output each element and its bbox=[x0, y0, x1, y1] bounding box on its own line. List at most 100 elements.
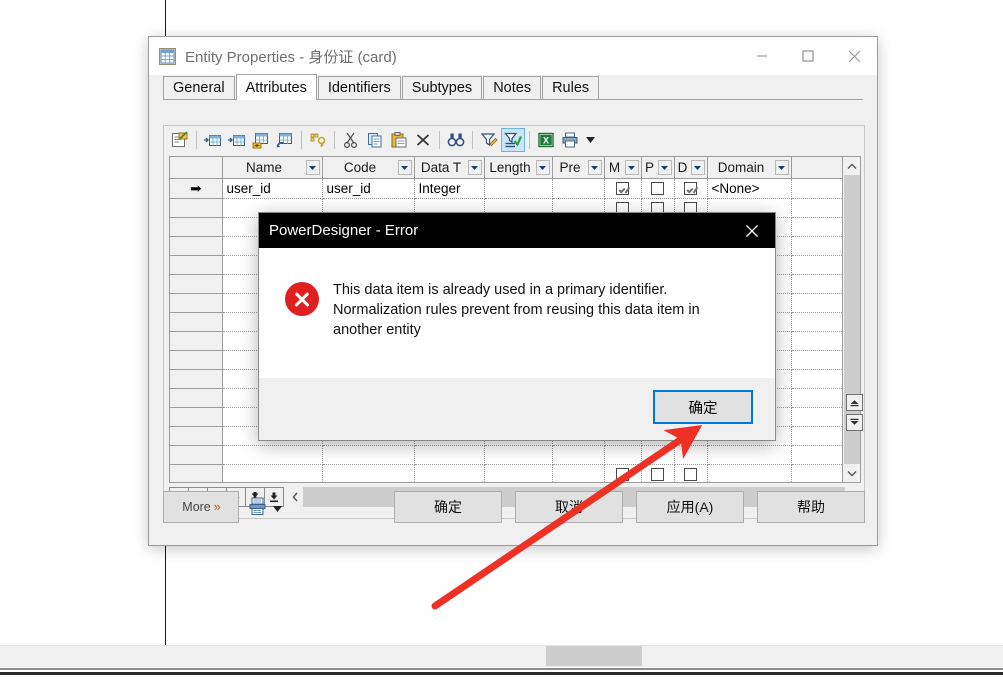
row-marker[interactable] bbox=[170, 426, 223, 446]
cell-datatype[interactable]: Integer bbox=[414, 178, 485, 199]
chevron-down-icon[interactable] bbox=[587, 160, 602, 175]
table-row[interactable] bbox=[170, 445, 844, 465]
tab-notes[interactable]: Notes bbox=[483, 76, 542, 99]
tab-general[interactable]: General bbox=[163, 76, 235, 99]
column-header-precision[interactable]: Pre bbox=[552, 157, 605, 179]
cell-length[interactable] bbox=[484, 178, 553, 199]
table-row[interactable]: ➡ user_id user_id Integer <None> bbox=[170, 178, 844, 199]
print-icon[interactable] bbox=[558, 128, 582, 152]
cell-primary[interactable] bbox=[641, 445, 675, 465]
cell-displayed[interactable] bbox=[674, 178, 708, 199]
row-marker[interactable] bbox=[170, 293, 223, 313]
chevron-down-icon[interactable] bbox=[305, 160, 320, 175]
chevron-down-icon[interactable] bbox=[397, 160, 412, 175]
add-object-icon[interactable] bbox=[249, 128, 273, 152]
row-marker[interactable] bbox=[170, 217, 223, 237]
apply-filter-icon[interactable] bbox=[501, 128, 525, 152]
column-header-domain[interactable]: Domain bbox=[707, 157, 792, 179]
properties-icon[interactable] bbox=[168, 128, 192, 152]
scroll-up-icon[interactable] bbox=[843, 157, 860, 175]
row-marker[interactable] bbox=[170, 445, 223, 465]
cell-precision[interactable] bbox=[552, 445, 605, 465]
row-marker[interactable] bbox=[170, 236, 223, 256]
cell-precision[interactable] bbox=[552, 178, 605, 199]
grid-vertical-scrollbar[interactable] bbox=[842, 157, 860, 482]
checkbox-mandatory[interactable] bbox=[616, 182, 629, 196]
row-marker[interactable] bbox=[170, 369, 223, 389]
chevron-down-icon[interactable] bbox=[657, 160, 672, 175]
cut-icon[interactable] bbox=[339, 128, 363, 152]
apply-button[interactable]: 应用(A) bbox=[636, 491, 744, 523]
column-header-datatype[interactable]: Data T bbox=[414, 157, 485, 179]
cell-datatype[interactable] bbox=[414, 445, 485, 465]
export-excel-icon[interactable]: X bbox=[534, 128, 558, 152]
column-header-primary[interactable]: P bbox=[641, 157, 675, 179]
column-header-name[interactable]: Name bbox=[222, 157, 323, 179]
customize-filter-icon[interactable] bbox=[477, 128, 501, 152]
tab-attributes[interactable]: Attributes bbox=[235, 74, 317, 100]
row-marker[interactable] bbox=[170, 198, 223, 218]
cell-name[interactable] bbox=[222, 445, 323, 465]
paste-icon[interactable] bbox=[387, 128, 411, 152]
minimize-button[interactable] bbox=[739, 37, 785, 75]
row-marker[interactable]: ➡ bbox=[170, 178, 223, 199]
cell-primary[interactable] bbox=[641, 178, 675, 199]
row-marker[interactable] bbox=[170, 331, 223, 351]
copy-icon[interactable] bbox=[363, 128, 387, 152]
error-dialog-titlebar[interactable]: PowerDesigner - Error bbox=[259, 213, 775, 248]
row-marker[interactable] bbox=[170, 407, 223, 427]
row-marker[interactable] bbox=[170, 255, 223, 275]
chevron-down-icon[interactable] bbox=[273, 500, 282, 515]
ok-button[interactable]: 确定 bbox=[394, 491, 502, 523]
tab-identifiers[interactable]: Identifiers bbox=[317, 76, 401, 99]
close-button[interactable] bbox=[831, 37, 877, 75]
more-button[interactable]: More» bbox=[163, 491, 239, 523]
report-dropdown[interactable] bbox=[249, 493, 295, 521]
cancel-button[interactable]: 取消 bbox=[515, 491, 623, 523]
scroll-page-down-button[interactable] bbox=[846, 414, 863, 431]
column-header-mandatory[interactable]: M bbox=[604, 157, 642, 179]
row-marker[interactable] bbox=[170, 388, 223, 408]
cell-code[interactable]: user_id bbox=[322, 178, 415, 199]
cell-name[interactable]: user_id bbox=[222, 178, 323, 199]
cell-domain[interactable] bbox=[707, 445, 792, 465]
column-header-displayed[interactable]: D bbox=[674, 157, 708, 179]
cell-length[interactable] bbox=[484, 445, 553, 465]
background-scrollbar-thumb[interactable] bbox=[546, 646, 642, 666]
row-marker[interactable] bbox=[170, 274, 223, 294]
cell-displayed[interactable] bbox=[674, 445, 708, 465]
chevron-down-icon[interactable] bbox=[624, 160, 639, 175]
delete-icon[interactable] bbox=[411, 128, 435, 152]
help-button[interactable]: 帮助 bbox=[757, 491, 865, 523]
column-header-length[interactable]: Length bbox=[484, 157, 553, 179]
background-horizontal-scrollbar[interactable] bbox=[0, 645, 1003, 667]
report-icon[interactable] bbox=[249, 497, 266, 518]
chevron-down-icon[interactable] bbox=[774, 160, 789, 175]
checkbox-primary[interactable] bbox=[651, 182, 664, 196]
cell-mandatory[interactable] bbox=[604, 445, 642, 465]
insert-row-icon[interactable] bbox=[201, 128, 225, 152]
primary-key-icon[interactable] bbox=[306, 128, 330, 152]
tab-rules[interactable]: Rules bbox=[542, 76, 600, 99]
row-marker[interactable] bbox=[170, 312, 223, 332]
cell-mandatory[interactable] bbox=[604, 178, 642, 199]
chevron-down-icon[interactable] bbox=[467, 160, 482, 175]
replace-object-icon[interactable] bbox=[273, 128, 297, 152]
chevron-down-icon[interactable] bbox=[690, 160, 705, 175]
cell-domain[interactable]: <None> bbox=[707, 178, 792, 199]
row-marker[interactable] bbox=[170, 350, 223, 370]
tab-subtypes[interactable]: Subtypes bbox=[401, 76, 483, 99]
close-icon[interactable] bbox=[729, 213, 775, 248]
column-header-rowmarker[interactable] bbox=[170, 157, 223, 179]
scroll-page-up-button[interactable] bbox=[846, 394, 863, 411]
chevron-down-icon[interactable] bbox=[535, 160, 550, 175]
maximize-button[interactable] bbox=[785, 37, 831, 75]
cell-code[interactable] bbox=[322, 445, 415, 465]
add-row-icon[interactable] bbox=[225, 128, 249, 152]
find-icon[interactable] bbox=[444, 128, 468, 152]
column-header-code[interactable]: Code bbox=[322, 157, 415, 179]
checkbox-displayed[interactable] bbox=[684, 182, 697, 196]
chevron-down-icon[interactable] bbox=[582, 128, 598, 152]
dialog-ok-button[interactable]: 确定 bbox=[653, 390, 753, 424]
window-titlebar[interactable]: Entity Properties - 身份证 (card) bbox=[149, 37, 877, 75]
